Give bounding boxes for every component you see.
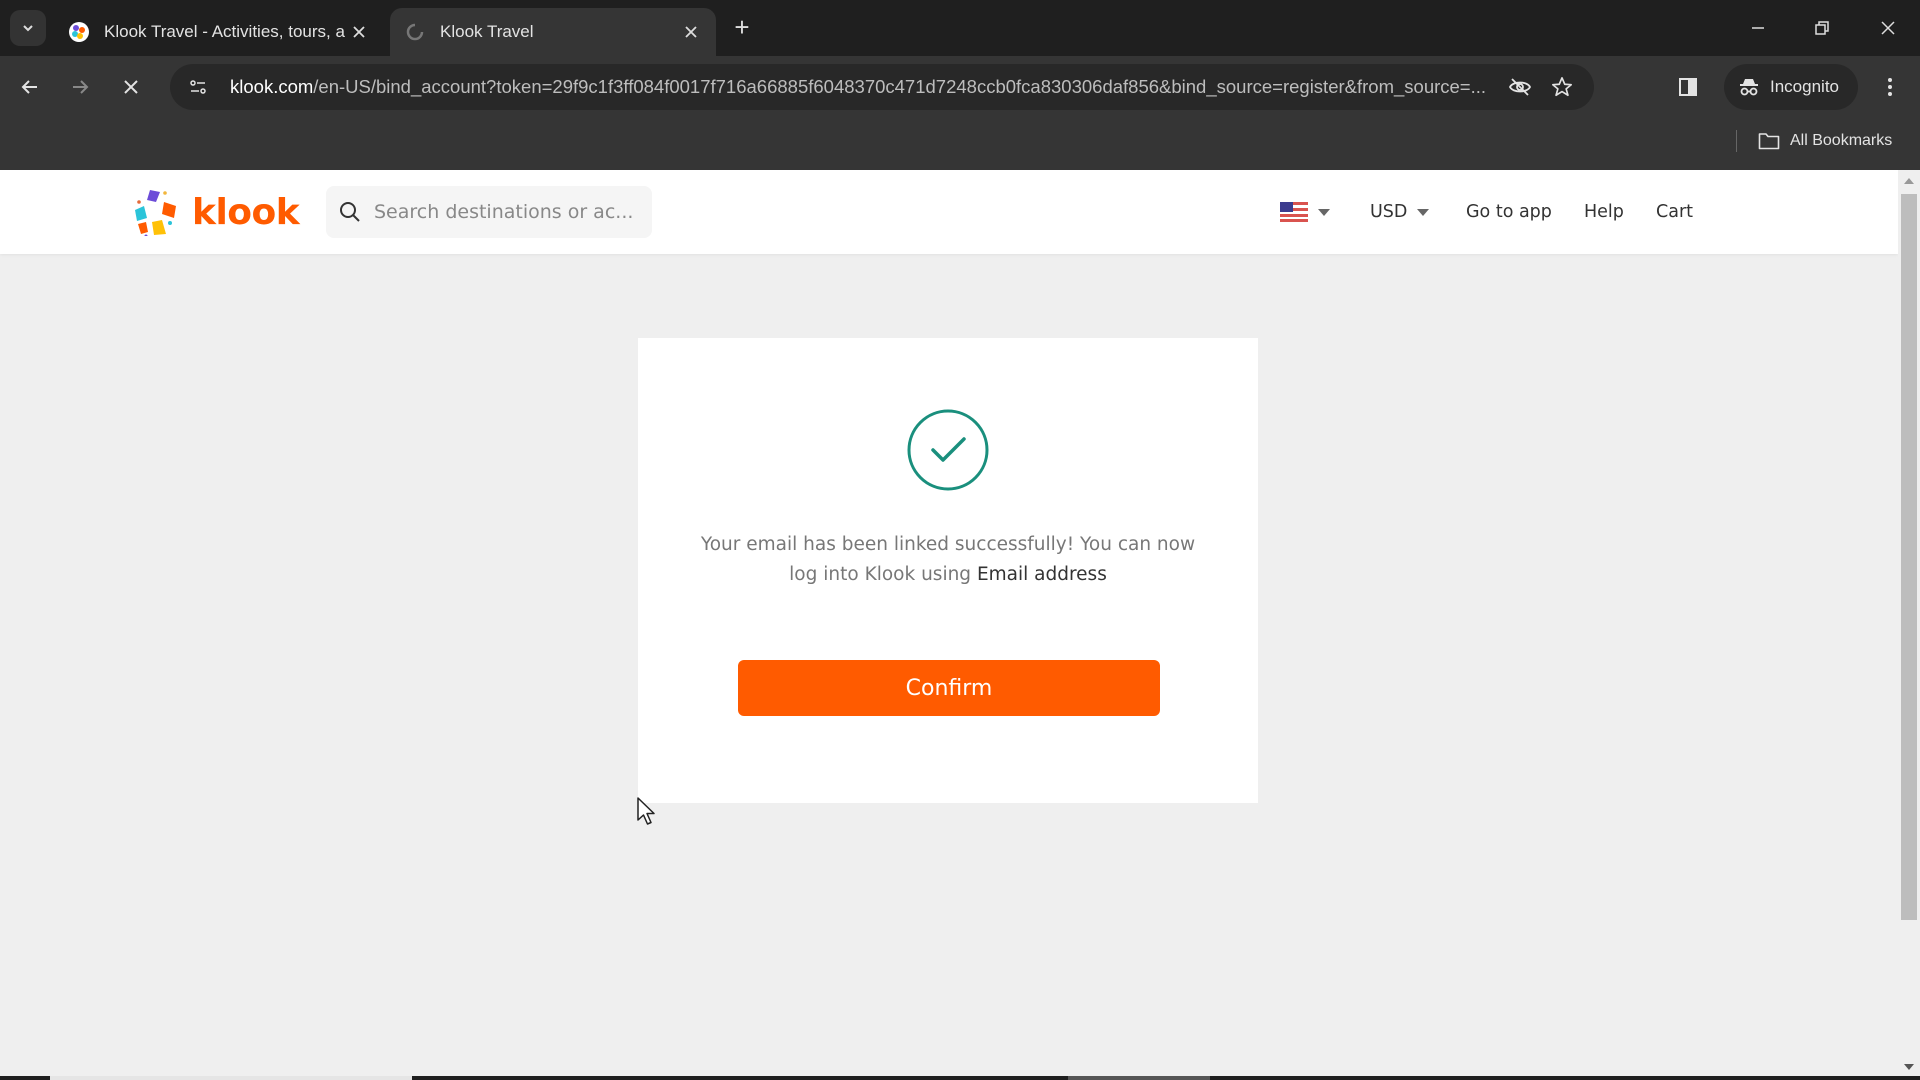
all-bookmarks-button[interactable]: All Bookmarks [1758,126,1892,156]
us-flag-icon [1280,202,1308,222]
scroll-down-arrow-icon[interactable] [1904,1064,1914,1070]
go-to-app-link[interactable]: Go to app [1466,170,1552,254]
back-button[interactable] [12,69,48,105]
stop-loading-button[interactable] [113,69,149,105]
close-window-button[interactable] [1872,12,1904,44]
confirm-button[interactable]: Confirm [738,660,1160,716]
arrow-left-icon [21,80,37,94]
new-tab-button[interactable]: + [728,14,756,42]
search-icon [340,202,360,222]
klook-favicon-icon [68,21,90,43]
tracking-protection-button[interactable] [1502,69,1538,105]
side-panel-icon [1679,78,1697,96]
restore-button[interactable] [1806,12,1838,44]
success-message: Your email has been linked successfully!… [698,530,1198,590]
bookmarks-divider [1736,130,1737,152]
tab-title: Klook Travel [440,22,534,41]
site-info-button[interactable] [182,71,214,103]
search-input[interactable] [374,201,644,223]
help-label: Help [1584,202,1624,222]
arrow-right-icon [73,80,89,94]
taskbar-indicator [1068,1076,1210,1080]
chevron-down-icon [23,25,33,32]
url-host: klook.com [230,76,314,97]
site-header: klook USD Go to app Help Cart [0,170,1898,254]
scroll-up-arrow-icon[interactable] [1904,178,1914,184]
email-linked-dialog: Your email has been linked successfully!… [638,338,1258,803]
cart-link[interactable]: Cart [1656,170,1693,254]
language-selector[interactable] [1280,170,1330,254]
incognito-badge[interactable]: Incognito [1724,64,1858,110]
klook-logo-icon [135,190,176,236]
address-bar[interactable]: klook.com/en-US/bind_account?token=29f9c… [170,64,1594,110]
tab-close-button[interactable] [680,21,702,43]
browser-menu-button[interactable] [1872,69,1908,105]
currency-selector[interactable]: USD [1370,170,1430,254]
close-icon [685,26,697,38]
success-message-text: Your email has been linked successfully!… [700,534,1196,585]
page-viewport: klook USD Go to app Help Cart [0,170,1920,1076]
url-path: /en-US/bind_account?token=29f9c1f3ff084f… [313,76,1487,97]
incognito-icon [1740,79,1758,96]
close-icon [124,80,138,94]
chevron-down-icon [1417,208,1430,216]
klook-logo[interactable]: klook [132,188,300,236]
minimize-icon [1752,27,1764,29]
url-text[interactable]: klook.com/en-US/bind_account?token=29f9c… [230,76,1502,98]
tab-klook-activities[interactable]: Klook Travel - Activities, tours, a [54,8,384,56]
close-icon [353,26,365,38]
check-circle-icon [906,408,990,492]
search-box[interactable] [326,186,652,238]
help-link[interactable]: Help [1584,170,1624,254]
browser-toolbar: klook.com/en-US/bind_account?token=29f9c… [0,56,1920,118]
login-method: Email address [976,564,1107,585]
mouse-cursor-icon [637,797,655,825]
taskbar-indicator [50,1076,412,1080]
cart-label: Cart [1656,202,1693,222]
tab-klook-travel[interactable]: Klook Travel [390,8,716,56]
go-to-app-label: Go to app [1466,202,1552,222]
minimize-button[interactable] [1742,12,1774,44]
loading-favicon-icon [404,21,426,43]
folder-icon [1758,133,1780,150]
close-icon [1881,21,1895,35]
bookmark-star-button[interactable] [1544,69,1580,105]
eye-off-icon [1508,78,1532,96]
forward-button[interactable] [62,69,98,105]
tune-icon [190,80,206,94]
all-bookmarks-label: All Bookmarks [1790,132,1893,149]
side-panel-button[interactable] [1670,69,1706,105]
taskbar-edge [0,1076,1920,1080]
scrollbar-thumb[interactable] [1901,194,1917,920]
tab-title: Klook Travel - Activities, tours, a [104,22,345,41]
incognito-label: Incognito [1770,77,1839,96]
star-icon [1552,77,1572,97]
browser-tab-strip: Klook Travel - Activities, tours, a Kloo… [0,0,1920,56]
kebab-menu-icon [1888,78,1892,96]
brand-wordmark: klook [192,191,300,233]
tab-search-button[interactable] [10,10,46,46]
tab-close-button[interactable] [348,21,370,43]
restore-icon [1815,21,1829,35]
bookmarks-bar: All Bookmarks [0,118,1920,170]
vertical-scrollbar[interactable] [1898,170,1920,1076]
chevron-down-icon [1318,208,1330,216]
currency-label: USD [1370,202,1408,222]
